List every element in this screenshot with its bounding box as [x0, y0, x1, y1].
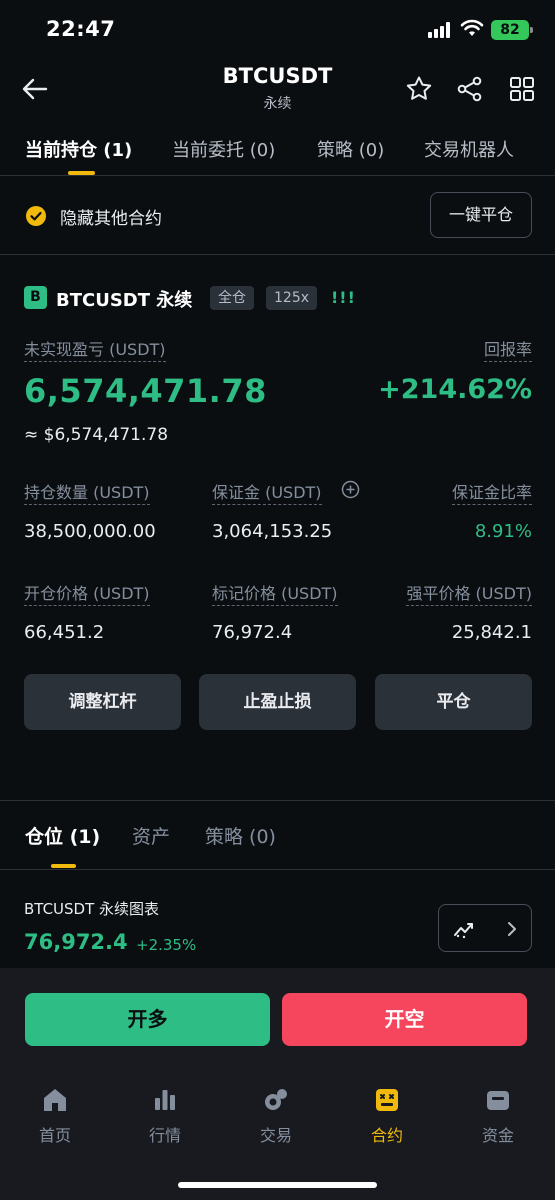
- open-short-button[interactable]: 开空: [282, 993, 527, 1046]
- mark-price-label: 标记价格 (USDT): [212, 580, 338, 606]
- status-bar: 22:47 82: [0, 0, 555, 60]
- tab-position[interactable]: 仓位 (1): [25, 822, 100, 849]
- order-bar: 开多 开空: [0, 968, 555, 1070]
- trend-chart-icon: [454, 923, 473, 939]
- nav-item-home[interactable]: 首页: [15, 1086, 95, 1146]
- wifi-icon: [460, 19, 484, 36]
- nav-label: 行情: [148, 1126, 181, 1145]
- open-chart-button[interactable]: [438, 904, 532, 952]
- tab-positions[interactable]: 当前持仓 (1): [25, 136, 132, 162]
- size-label: 持仓数量 (USDT): [24, 479, 150, 505]
- futures-icon: [376, 1089, 398, 1111]
- tab-open-orders[interactable]: 当前委托 (0): [172, 136, 275, 162]
- chart-price: 76,972.4: [24, 930, 128, 954]
- margin-mode-tag: 全仓: [210, 286, 254, 310]
- unrealized-pnl-value: 6,574,471.78: [24, 372, 267, 410]
- hide-other-row: 隐藏其他合约 一键平仓: [0, 190, 555, 240]
- divider: [0, 254, 555, 255]
- tab-assets[interactable]: 资产: [132, 822, 170, 849]
- tp-sl-button[interactable]: 止盈止损: [199, 674, 356, 730]
- position-tabs: 当前持仓 (1) 当前委托 (0) 策略 (0) 交易机器人: [0, 122, 555, 176]
- battery-indicator: 82: [491, 20, 533, 40]
- add-margin-icon[interactable]: [341, 480, 360, 499]
- open-long-button[interactable]: 开多: [25, 993, 270, 1046]
- roe-label: 回报率: [483, 336, 532, 362]
- liq-price-value: 25,842.1: [451, 622, 532, 643]
- margin-label: 保证金 (USDT): [212, 479, 322, 505]
- nav-item-markets[interactable]: 行情: [125, 1086, 205, 1146]
- nav-item-trade[interactable]: 交易: [236, 1086, 316, 1146]
- close-position-button[interactable]: 平仓: [375, 674, 532, 730]
- home-indicator[interactable]: [178, 1182, 377, 1188]
- checkbox-checked-icon[interactable]: [25, 205, 47, 227]
- nav-label: 合约: [370, 1126, 403, 1145]
- risk-indicator-icon: !!!: [331, 288, 356, 307]
- nav-label: 交易: [259, 1126, 292, 1145]
- chart-title: BTCUSDT 永续图表: [24, 900, 160, 918]
- unrealized-pnl-label: 未实现盈亏 (USDT): [24, 336, 166, 362]
- side-badge: B: [24, 286, 47, 309]
- position-symbol[interactable]: BTCUSDT 永续: [56, 286, 192, 312]
- account-tabs: 仓位 (1) 资产 策略 (0): [0, 810, 555, 870]
- hide-other-label[interactable]: 隐藏其他合约: [60, 204, 162, 229]
- chevron-right-icon: [508, 922, 516, 936]
- liq-price-label: 强平价格 (USDT): [406, 580, 532, 606]
- bottom-nav: 首页 行情 交易 合约 资金: [0, 1070, 555, 1200]
- home-icon: [44, 1089, 66, 1111]
- tab-strategies[interactable]: 策略 (0): [317, 136, 384, 162]
- tab-strategy[interactable]: 策略 (0): [205, 822, 276, 849]
- nav-bar: BTCUSDT 永续: [0, 60, 555, 120]
- margin-value: 3,064,153.25: [212, 521, 333, 542]
- star-icon[interactable]: [404, 74, 434, 104]
- nav-label: 首页: [38, 1126, 71, 1145]
- grid-menu-icon[interactable]: [507, 74, 537, 104]
- status-time: 22:47: [46, 17, 116, 41]
- size-value: 38,500,000.00: [24, 521, 156, 542]
- entry-price-value: 66,451.2: [24, 622, 105, 643]
- share-icon[interactable]: [455, 74, 485, 104]
- entry-price-label: 开仓价格 (USDT): [24, 580, 150, 606]
- tab-trading-bots[interactable]: 交易机器人: [424, 136, 514, 162]
- roe-value: +214.62%: [378, 374, 532, 405]
- nav-item-futures[interactable]: 合约: [347, 1086, 427, 1146]
- position-header: B BTCUSDT 永续 全仓 125x !!!: [0, 284, 555, 314]
- margin-ratio-label: 保证金比率: [451, 479, 532, 505]
- divider: [0, 800, 555, 801]
- chart-link-row[interactable]: BTCUSDT 永续图表 76,972.4 +2.35%: [0, 890, 555, 960]
- adjust-leverage-button[interactable]: 调整杠杆: [24, 674, 181, 730]
- markets-icon: [155, 1090, 175, 1110]
- wallet-icon: [487, 1091, 509, 1110]
- margin-ratio-value: 8.91%: [474, 521, 532, 542]
- chart-change: +2.35%: [136, 936, 197, 954]
- nav-label: 资金: [481, 1126, 514, 1145]
- leverage-tag: 125x: [266, 286, 318, 310]
- trade-icon: [265, 1089, 287, 1110]
- cellular-signal-icon: [428, 22, 452, 38]
- close-all-button[interactable]: 一键平仓: [430, 192, 532, 238]
- unrealized-pnl-usd: ≈ $6,574,471.78: [24, 425, 169, 445]
- tab-active-indicator: [68, 171, 95, 175]
- mark-price-value: 76,972.4: [212, 622, 293, 643]
- nav-item-wallet[interactable]: 资金: [458, 1086, 538, 1146]
- tab-active-indicator: [51, 864, 76, 868]
